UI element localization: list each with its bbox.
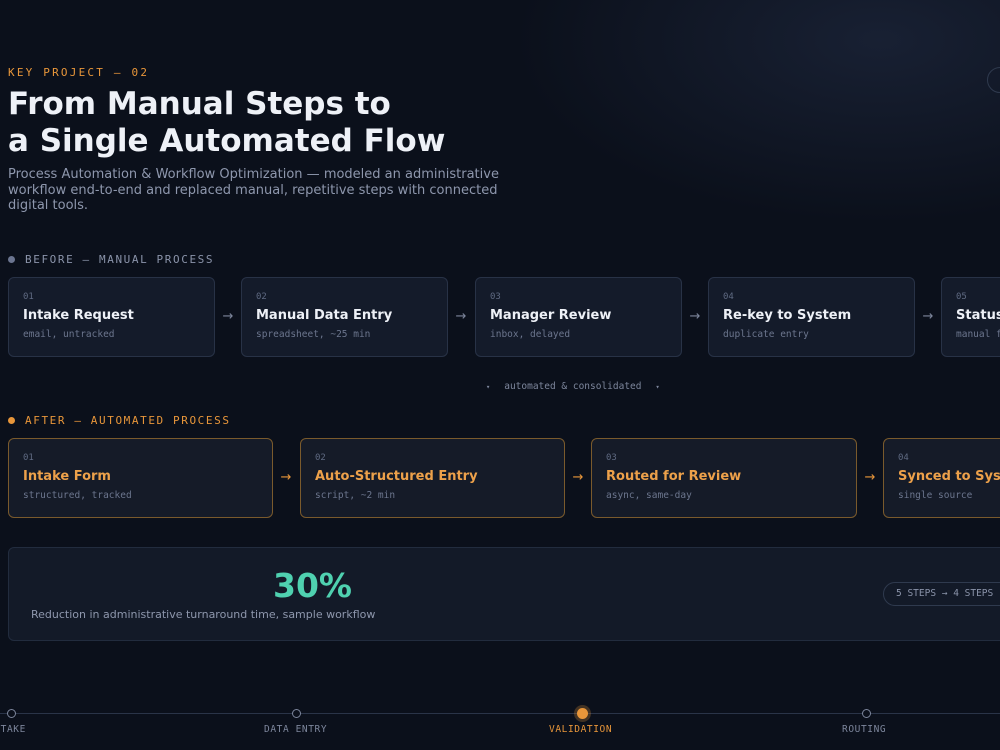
chevron-down-icon: ▾: [486, 382, 491, 391]
step-number: 03: [490, 292, 501, 302]
transition-text: automated & consolidated: [504, 381, 642, 392]
before-step-card: 04 Re-key to System duplicate entry: [708, 277, 915, 357]
step-note: structured, tracked: [23, 490, 132, 501]
timeline-track: [0, 713, 1000, 714]
step-number: 03: [606, 453, 617, 463]
before-dot-icon: [8, 256, 15, 263]
timeline-label-routing[interactable]: ROUTING: [842, 724, 886, 735]
after-step-card: 02 Auto-Structured Entry script, ~2 min: [300, 438, 565, 518]
chevron-down-icon: ▾: [655, 382, 660, 391]
before-step-card: 01 Intake Request email, untracked: [8, 277, 215, 357]
step-count-badge: 5 STEPS → 4 STEPS: [883, 582, 1000, 606]
step-number: 01: [23, 453, 34, 463]
step-note: email, untracked: [23, 329, 115, 340]
step-name: Routed for Review: [606, 469, 742, 484]
timeline-label-validation[interactable]: VALIDATION: [549, 724, 612, 735]
step-note: script, ~2 min: [315, 490, 396, 501]
timeline-node-intake[interactable]: [7, 709, 16, 718]
project-description: Process Automation & Workflow Optimizati…: [8, 167, 499, 213]
step-name: Intake Request: [23, 308, 134, 323]
after-step-card: 04 Synced to System single source: [883, 438, 1000, 518]
step-name: Manual Data Entry: [256, 308, 393, 323]
before-step-card: 03 Manager Review inbox, delayed: [475, 277, 682, 357]
transition-note: ▾ automated & consolidated ▾: [486, 381, 660, 392]
metric-caption: Reduction in administrative turnaround t…: [31, 608, 376, 621]
page-title-line-2: a Single Automated Flow: [8, 123, 446, 159]
page-title: From Manual Steps to a Single Automated …: [8, 86, 445, 160]
right-arrow-icon: →: [222, 309, 234, 324]
timeline-label-intake[interactable]: INTAKE: [0, 724, 26, 735]
after-step-card: 03 Routed for Review async, same-day: [591, 438, 857, 518]
step-name: Auto-Structured Entry: [315, 469, 478, 484]
timeline-node-data-entry[interactable]: [292, 709, 301, 718]
step-name: Intake Form: [23, 469, 111, 484]
before-step-card: 02 Manual Data Entry spreadsheet, ~25 mi…: [241, 277, 448, 357]
step-note: single source: [898, 490, 973, 501]
right-arrow-icon: →: [280, 470, 292, 485]
step-note: manual follow-up: [956, 329, 1000, 340]
before-section-label-text: BEFORE — MANUAL PROCESS: [25, 253, 215, 266]
step-name: Manager Review: [490, 308, 612, 323]
step-number: 01: [23, 292, 34, 302]
before-step-card: 05 Status Update manual follow-up: [941, 277, 1000, 357]
right-arrow-icon: →: [572, 470, 584, 485]
step-name: Status Update: [956, 308, 1000, 323]
project-eyebrow: KEY PROJECT — 02: [8, 66, 150, 79]
step-number: 02: [315, 453, 326, 463]
right-arrow-icon: →: [922, 309, 934, 324]
step-note: inbox, delayed: [490, 329, 571, 340]
step-note: spreadsheet, ~25 min: [256, 329, 371, 340]
step-name: Re-key to System: [723, 308, 852, 323]
page-title-line-1: From Manual Steps to: [8, 86, 391, 122]
timeline-node-validation[interactable]: [577, 708, 588, 719]
step-note: async, same-day: [606, 490, 692, 501]
step-name: Synced to System: [898, 469, 1000, 484]
before-section-label: BEFORE — MANUAL PROCESS: [8, 253, 214, 266]
after-dot-icon: [8, 417, 15, 424]
step-number: 05: [956, 292, 967, 302]
after-section-label-text: AFTER — AUTOMATED PROCESS: [25, 414, 231, 427]
right-arrow-icon: →: [689, 309, 701, 324]
step-number: 04: [898, 453, 909, 463]
after-step-card: 01 Intake Form structured, tracked: [8, 438, 273, 518]
metric-value: 30%: [273, 566, 352, 605]
after-section-label: AFTER — AUTOMATED PROCESS: [8, 414, 231, 427]
step-note: duplicate entry: [723, 329, 809, 340]
corner-control-button[interactable]: [987, 67, 1000, 93]
page: KEY PROJECT — 02 From Manual Steps to a …: [0, 0, 1000, 750]
timeline-label-data-entry[interactable]: DATA ENTRY: [264, 724, 327, 735]
timeline-node-routing[interactable]: [862, 709, 871, 718]
right-arrow-icon: →: [864, 470, 876, 485]
step-number: 04: [723, 292, 734, 302]
right-arrow-icon: →: [455, 309, 467, 324]
step-number: 02: [256, 292, 267, 302]
metric-panel: [8, 547, 1000, 641]
